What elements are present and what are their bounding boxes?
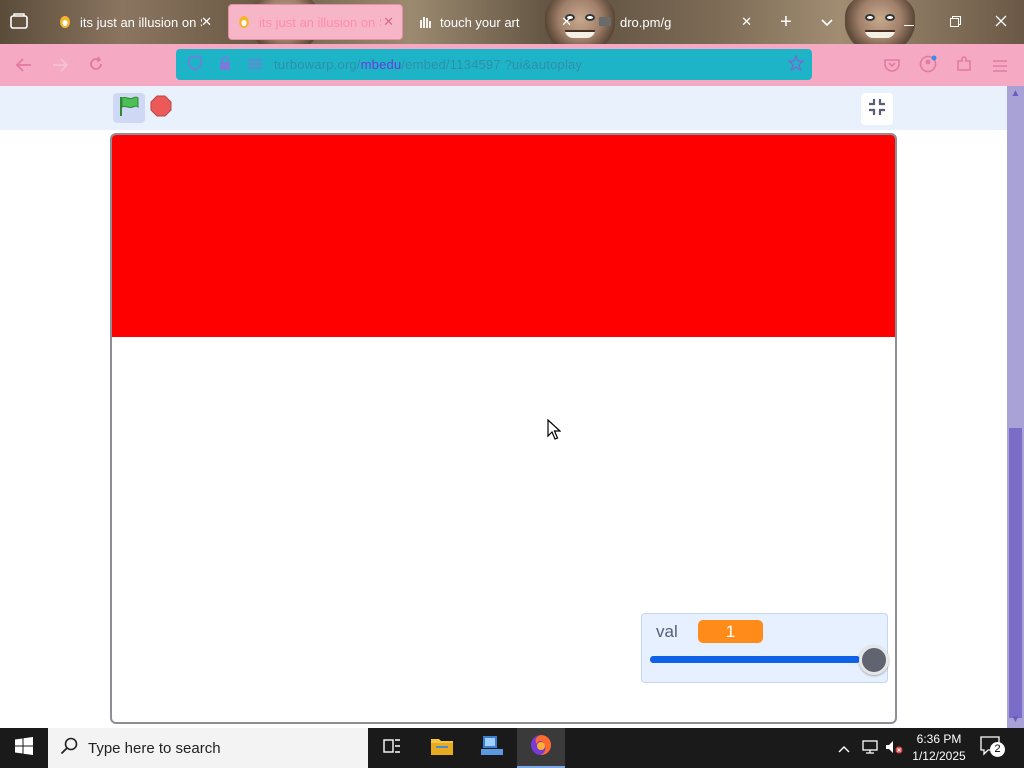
tab-close-icon[interactable]: ✕ <box>741 14 752 30</box>
scroll-up-icon[interactable]: ▲ <box>1007 86 1024 102</box>
monitor-slider-fill <box>650 656 860 663</box>
url-prefix: turbowarp.org/ <box>274 57 361 72</box>
arrow-left-icon <box>15 56 32 77</box>
chevron-down-icon <box>821 14 833 31</box>
task-view-button[interactable] <box>368 728 416 768</box>
tab-overview-button[interactable] <box>2 4 42 40</box>
firefox-icon <box>529 733 553 762</box>
windows-logo-icon <box>15 736 33 760</box>
permissions-icon[interactable] <box>244 57 266 73</box>
tab-title: dro.pm/g <box>620 14 672 30</box>
monitor-label: val <box>656 622 678 641</box>
menu-button[interactable] <box>986 52 1014 80</box>
reload-button[interactable] <box>82 52 110 80</box>
tab-close-icon[interactable]: ✕ <box>561 14 572 30</box>
tab-list-button[interactable] <box>804 0 850 44</box>
monitor-slider-thumb[interactable] <box>859 645 889 675</box>
red-rectangle-sprite[interactable] <box>112 135 895 337</box>
project-stage[interactable]: val 1 <box>110 133 897 724</box>
monitor-value: 1 <box>698 620 763 643</box>
task-view-icon <box>382 738 402 759</box>
hand-icon <box>418 15 432 29</box>
pocket-icon <box>884 56 900 77</box>
clock-time: 6:36 PM <box>916 732 962 746</box>
file-explorer-button[interactable] <box>418 728 466 768</box>
address-bar[interactable]: turbowarp.org/mbedu/embed/1134597 ?ui&au… <box>176 49 812 80</box>
restore-icon <box>949 14 961 31</box>
stop-button[interactable] <box>150 95 172 122</box>
exit-fullscreen-button[interactable] <box>861 93 893 125</box>
chevron-up-icon[interactable] <box>838 740 850 756</box>
shield-icon[interactable] <box>184 55 206 74</box>
browser-toolbar: turbowarp.org/mbedu/embed/1134597 ?ui&au… <box>0 44 1024 86</box>
stage-controls-bar <box>0 86 1007 130</box>
minimize-button[interactable] <box>886 0 932 44</box>
account-icon <box>919 55 937 78</box>
computer-network-icon <box>480 735 504 762</box>
taskbar-clock[interactable]: 6:36 PM 1/12/2025 <box>906 731 972 765</box>
browser-tab-strip: its just an illusion on S ✕ its just an … <box>0 0 1024 44</box>
start-button[interactable] <box>0 728 48 768</box>
collapse-icon <box>868 98 886 121</box>
network-icon[interactable] <box>862 740 878 757</box>
notification-badge: 2 <box>990 742 1005 757</box>
account-button[interactable] <box>914 52 942 80</box>
tab-title: its just an illusion on S <box>259 14 381 30</box>
taskbar-search-box[interactable]: Type here to search <box>48 728 368 768</box>
arrow-right-icon <box>52 56 69 77</box>
green-flag-icon <box>118 95 140 122</box>
tab-title: its just an illusion on S <box>80 14 202 30</box>
stop-octagon-icon <box>150 95 172 122</box>
firefox-taskbar-button[interactable] <box>517 728 565 768</box>
windows-taskbar: Type here to search 6:36 PM 1/12/2025 2 <box>0 728 1024 768</box>
scratch-cat-icon <box>58 15 72 29</box>
search-icon <box>60 737 80 760</box>
tab-illusion-2[interactable]: its just an illusion on S ✕ <box>228 4 403 40</box>
notification-center-button[interactable]: 2 <box>980 736 1006 760</box>
tab-close-icon[interactable]: ✕ <box>201 14 212 30</box>
extensions-button[interactable] <box>950 52 978 80</box>
new-tab-button[interactable]: + <box>764 0 808 44</box>
network-app-button[interactable] <box>468 728 516 768</box>
hamburger-icon <box>993 56 1007 77</box>
puzzle-icon <box>956 55 972 77</box>
tab-title: touch your art <box>440 14 520 30</box>
scratch-cat-icon <box>237 15 251 29</box>
back-button[interactable] <box>10 52 38 80</box>
tab-illusion-1[interactable]: its just an illusion on S ✕ <box>50 4 220 40</box>
turbowarp-player-page: val 1 <box>0 86 1007 728</box>
page-scrollbar[interactable]: ▲ ▼ <box>1007 86 1024 728</box>
variable-monitor-val: val 1 <box>641 613 889 683</box>
tab-dro-pm[interactable]: dro.pm/g ✕ <box>590 4 760 40</box>
forward-button[interactable] <box>46 52 74 80</box>
clock-date: 1/12/2025 <box>912 749 966 763</box>
search-placeholder: Type here to search <box>88 739 221 757</box>
scrollbar-thumb[interactable] <box>1009 428 1022 718</box>
restore-button[interactable] <box>932 0 978 44</box>
mouse-cursor-icon <box>547 418 562 441</box>
drop-icon <box>598 15 612 29</box>
scroll-down-icon[interactable]: ▼ <box>1007 712 1024 728</box>
pocket-button[interactable] <box>878 52 906 80</box>
tab-overview-icon <box>10 12 28 32</box>
reload-icon <box>88 56 104 77</box>
minimize-icon <box>904 14 914 31</box>
url-host: mbedu <box>360 57 402 72</box>
url-text: turbowarp.org/mbedu/embed/1134597 ?ui&au… <box>274 57 582 72</box>
lock-icon[interactable] <box>214 55 236 74</box>
url-rest: /embed/1134597 ?ui&autoplay <box>401 57 583 72</box>
close-icon <box>995 14 1007 31</box>
folder-icon <box>430 736 454 761</box>
monitor-slider-track[interactable] <box>650 656 860 663</box>
tab-touch-your-art[interactable]: touch your art ✕ <box>410 4 580 40</box>
tab-close-icon[interactable]: ✕ <box>383 14 394 30</box>
volume-muted-icon[interactable] <box>885 740 903 757</box>
green-flag-button[interactable] <box>113 93 145 123</box>
bookmark-star-icon[interactable] <box>787 53 805 75</box>
close-window-button[interactable] <box>978 0 1024 44</box>
